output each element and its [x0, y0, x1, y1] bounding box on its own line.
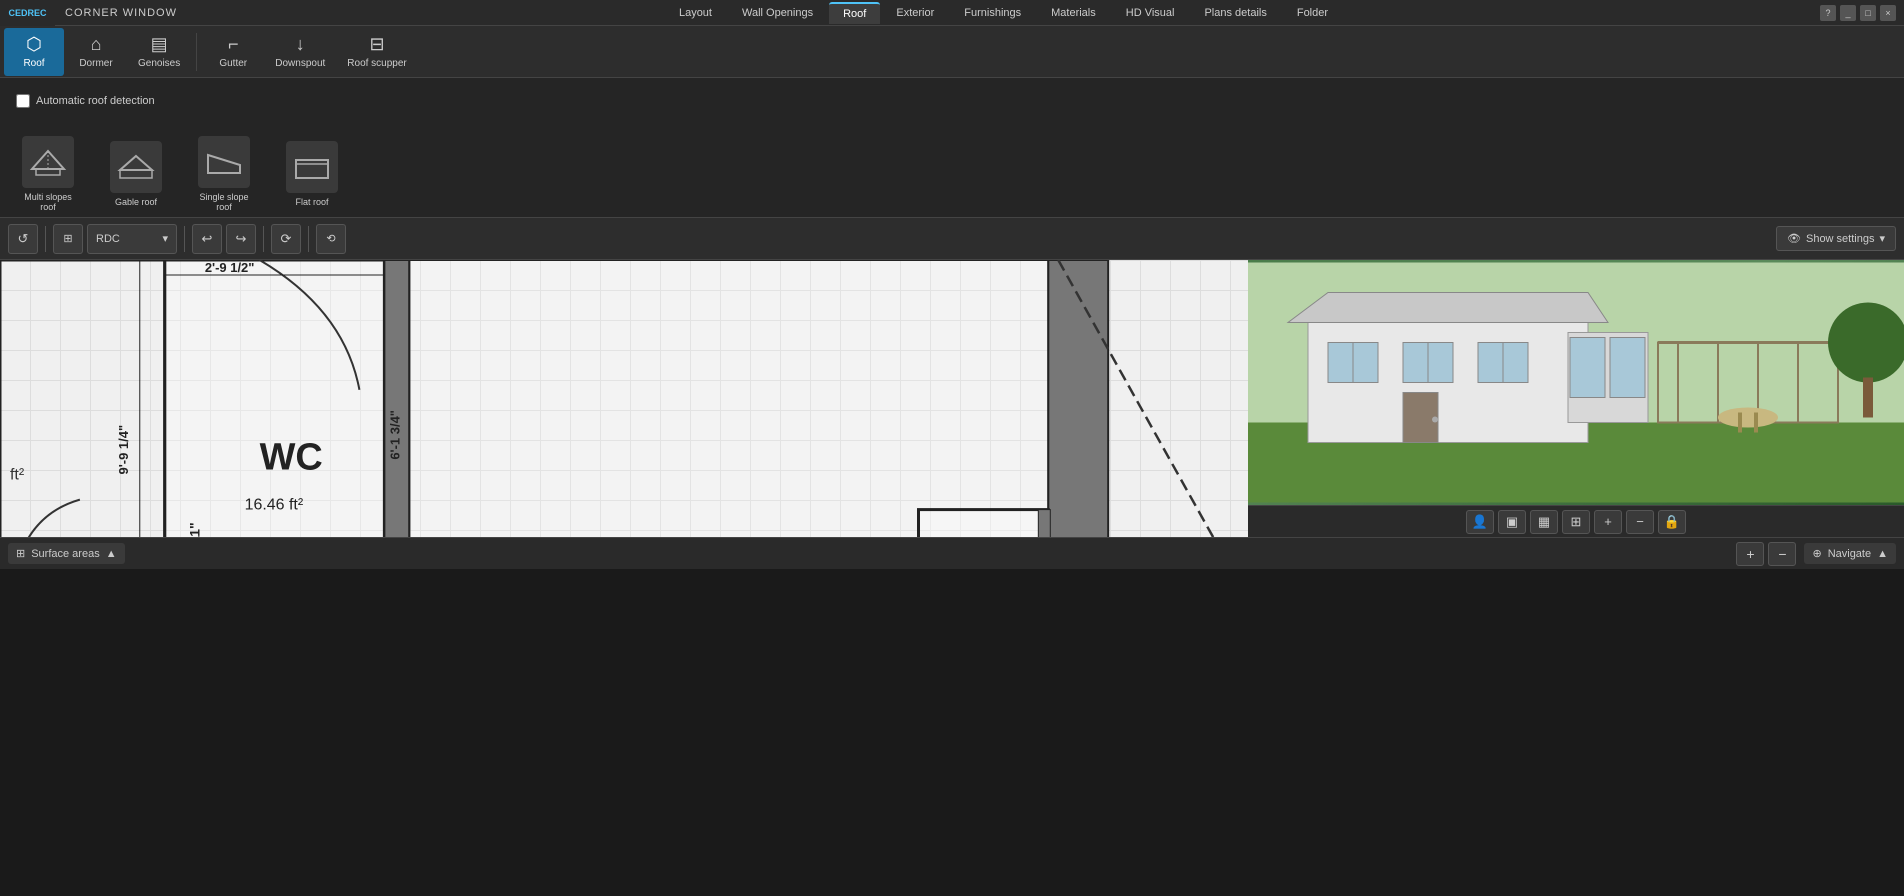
svg-text:16.46 ft²: 16.46 ft² [245, 497, 304, 514]
refresh-button[interactable]: ⟳ [271, 224, 301, 254]
dropdown-arrow-icon: ▾ [162, 232, 168, 245]
fp-sep-2 [184, 226, 185, 252]
floor-plan-svg: 2'-9 1/2" 9'-9 1/4" 5'-11" WC 16.46 ft² … [0, 260, 1248, 537]
show-settings-button[interactable]: 👁 Show settings ▾ [1776, 226, 1896, 251]
roof-tool-genoises[interactable]: ▤ Genoises [128, 28, 190, 76]
svg-text:6'-1 3/4": 6'-1 3/4" [387, 410, 402, 460]
window-title: CORNER WINDOW [55, 7, 187, 19]
floor-plan-type-icon: ⊞ [53, 224, 83, 254]
fp-sep-4 [308, 226, 309, 252]
preview-lock-icon[interactable]: 🔒 [1658, 510, 1686, 534]
window-min-button[interactable]: _ [1840, 5, 1856, 21]
roof-tool-downspout[interactable]: ↓ Downspout [265, 28, 335, 76]
roof-type-multi-slopes[interactable]: Multi slopes roof [8, 128, 88, 220]
preview-3d-image [1248, 260, 1904, 505]
flat-roof-icon [286, 141, 338, 193]
zoom-controls: + − [1736, 542, 1796, 566]
app-logo: CEDREC [0, 0, 55, 26]
navigate-icon: ⊕ [1812, 547, 1821, 560]
roof-type-single-slope[interactable]: Single slope roof [184, 128, 264, 220]
fp-sep-3 [263, 226, 264, 252]
tab-materials[interactable]: Materials [1037, 3, 1110, 23]
preview-panel: 👤 ▣ ▦ ⊞ + − 🔒 [1248, 260, 1904, 537]
preview-3d-icon[interactable]: ▦ [1530, 510, 1558, 534]
zoom-in-button[interactable]: + [1736, 542, 1764, 566]
surface-areas-icon: ⊞ [16, 547, 25, 560]
downspout-icon: ↓ [296, 34, 305, 55]
fp-sep-1 [45, 226, 46, 252]
preview-full-icon[interactable]: ⊞ [1562, 510, 1590, 534]
svg-text:9'-9 1/4": 9'-9 1/4" [116, 425, 131, 475]
roof-tool-dormer[interactable]: ⌂ Dormer [66, 28, 126, 76]
svg-text:2'-9 1/2": 2'-9 1/2" [205, 260, 255, 275]
preview-zoom-out-icon[interactable]: − [1626, 510, 1654, 534]
toolbar-separator-1 [196, 33, 197, 71]
top-nav: CEDREC CORNER WINDOW Layout Wall Opening… [0, 0, 1904, 26]
help-button[interactable]: ? [1820, 5, 1836, 21]
scupper-icon: ⊟ [369, 34, 384, 55]
dormer-icon: ⌂ [91, 34, 102, 55]
window-max-button[interactable]: □ [1860, 5, 1876, 21]
floor-plan-canvas[interactable]: 2'-9 1/2" 9'-9 1/4" 5'-11" WC 16.46 ft² … [0, 260, 1248, 537]
window-controls: ? _ □ × [1820, 5, 1904, 21]
sync-button[interactable]: ⟲ [316, 224, 346, 254]
tab-roof[interactable]: Roof [829, 2, 880, 24]
roof-type-toolbar: Automatic roof detection Multi slopes ro… [0, 78, 1904, 218]
svg-text:WC: WC [260, 437, 323, 479]
roof-tool-gutter[interactable]: ⌐ Gutter [203, 28, 263, 76]
roof-tool-group: ⬡ Roof ⌂ Dormer ▤ Genoises ⌐ Gutter ↓ Do… [4, 28, 417, 76]
navigate-button[interactable]: ⊕ Navigate ▲ [1804, 543, 1896, 564]
tab-exterior[interactable]: Exterior [882, 3, 948, 23]
preview-plan-icon[interactable]: ▣ [1498, 510, 1526, 534]
tab-wall-openings[interactable]: Wall Openings [728, 3, 827, 23]
preview-toolbar: 👤 ▣ ▦ ⊞ + − 🔒 [1248, 505, 1904, 537]
auto-detect-checkbox[interactable] [16, 94, 30, 108]
tab-hd-visual[interactable]: HD Visual [1112, 3, 1189, 23]
tab-folder[interactable]: Folder [1283, 3, 1342, 23]
nav-tabs: Layout Wall Openings Roof Exterior Furni… [187, 2, 1820, 24]
redo-button[interactable]: ↪ [226, 224, 256, 254]
roof-type-flat[interactable]: Flat roof [272, 128, 352, 220]
gutter-icon: ⌐ [228, 34, 239, 55]
roof-type-gable[interactable]: Gable roof [96, 128, 176, 220]
fp-toolbar: ↺ ⊞ RDC ▾ ↩ ↪ ⟳ ⟲ 👁 Show settings ▾ [0, 218, 1904, 260]
tab-layout[interactable]: Layout [665, 3, 726, 23]
floor-dropdown[interactable]: RDC ▾ [87, 224, 177, 254]
surface-areas-chevron: ▲ [106, 548, 117, 560]
single-slope-icon [198, 136, 250, 188]
preview-person-icon[interactable]: 👤 [1466, 510, 1494, 534]
multi-slopes-icon [22, 136, 74, 188]
settings-dropdown-icon: ▾ [1879, 232, 1885, 245]
bottom-bar: ⊞ Surface areas ▲ + − ⊕ Navigate ▲ [0, 537, 1904, 569]
roof-toolbar: ⬡ Roof ⌂ Dormer ▤ Genoises ⌐ Gutter ↓ Do… [0, 26, 1904, 78]
floor-plan-reset-btn[interactable]: ↺ [8, 224, 38, 254]
roof-tool-roof[interactable]: ⬡ Roof [4, 28, 64, 76]
preview-zoom-in-icon[interactable]: + [1594, 510, 1622, 534]
work-area: 2'-9 1/2" 9'-9 1/4" 5'-11" WC 16.46 ft² … [0, 260, 1904, 537]
tab-plans-details[interactable]: Plans details [1190, 3, 1280, 23]
roof-icon: ⬡ [26, 34, 42, 55]
roof-tool-scupper[interactable]: ⊟ Roof scupper [337, 28, 416, 76]
eye-icon: 👁 [1787, 232, 1801, 245]
genoises-icon: ▤ [151, 34, 168, 55]
navigate-chevron: ▲ [1877, 548, 1888, 560]
zoom-out-button[interactable]: − [1768, 542, 1796, 566]
auto-detect-label: Automatic roof detection [36, 95, 155, 107]
window-close-button[interactable]: × [1880, 5, 1896, 21]
svg-text:5'-11": 5'-11" [187, 522, 203, 537]
tab-furnishings[interactable]: Furnishings [950, 3, 1035, 23]
surface-areas-button[interactable]: ⊞ Surface areas ▲ [8, 543, 125, 564]
svg-text:ft²: ft² [10, 467, 25, 484]
auto-detect-container: Automatic roof detection [8, 86, 163, 116]
gable-icon [110, 141, 162, 193]
undo-button[interactable]: ↩ [192, 224, 222, 254]
